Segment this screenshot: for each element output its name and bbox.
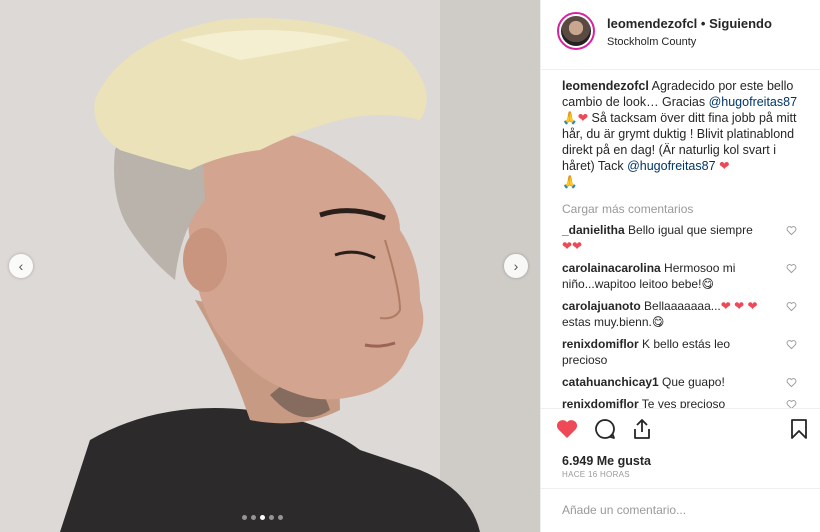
comment-username[interactable]: carolainacarolina: [562, 261, 661, 275]
carousel-dot: [251, 515, 256, 520]
post-caption: leomendezofcl Agradecido por este bello …: [562, 78, 807, 190]
carousel-dot: [269, 515, 274, 520]
comment-username[interactable]: _danielitha: [562, 223, 625, 237]
post-photo[interactable]: ‹ ›: [0, 0, 540, 532]
heart-outline-icon[interactable]: [786, 399, 797, 408]
caption-username[interactable]: leomendezofcl: [562, 79, 649, 93]
comment-item: catahuanchicay1 Que guapo!: [562, 374, 805, 390]
separator-dot: •: [700, 16, 706, 31]
heart-outline-icon[interactable]: [786, 339, 797, 350]
avatar[interactable]: [557, 12, 595, 50]
add-comment-bar: [541, 488, 820, 532]
comment-username[interactable]: renixdomiflor: [562, 337, 639, 351]
comment-text-after: estas muy.bienn.: [562, 315, 652, 329]
likes-count[interactable]: 6.949 Me gusta: [562, 454, 651, 468]
follow-status-button[interactable]: Siguiendo: [709, 16, 772, 31]
comment-item: carolainacarolina Hermosoo mi niño...wap…: [562, 260, 805, 292]
avatar-image: [561, 16, 591, 46]
comment-text: Te ves precioso: [638, 397, 726, 408]
post-actions: 6.949 Me gusta HACE 16 HORAS: [541, 408, 820, 488]
carousel-dot-active: [260, 515, 265, 520]
bookmark-icon[interactable]: [787, 417, 811, 441]
caption-emoji-heart-2: ❤: [719, 159, 730, 173]
comment-emoji-after: 😋: [651, 315, 665, 329]
comment-item: renixdomiflor K bello estás leo precioso: [562, 336, 805, 368]
header-username-row: leomendezofcl • Siguiendo: [607, 16, 772, 31]
heart-outline-icon[interactable]: [786, 301, 797, 312]
caption-emoji-pray: 🙏: [562, 111, 578, 125]
header-username[interactable]: leomendezofcl: [607, 16, 697, 31]
carousel-indicator: [242, 515, 283, 520]
chevron-right-icon[interactable]: ›: [504, 254, 528, 278]
comment-text: Que guapo!: [658, 375, 725, 389]
comment-emoji: ❤ ❤ ❤: [720, 299, 758, 313]
caption-mention-1[interactable]: @hugofreitas87: [709, 95, 797, 109]
comment-username[interactable]: catahuanchicay1: [562, 375, 659, 389]
load-more-comments-link[interactable]: Cargar más comentarios: [562, 202, 805, 216]
caption-emoji-pray-2: 🙏: [562, 175, 578, 189]
location-link[interactable]: Stockholm County: [607, 36, 696, 48]
heart-outline-icon[interactable]: [786, 263, 797, 274]
post-side-panel: leomendezofcl • Siguiendo Stockholm Coun…: [540, 0, 820, 532]
carousel-dot: [278, 515, 283, 520]
heart-filled-icon[interactable]: [555, 417, 579, 441]
comment-text: Bellaaaaaaa...: [640, 299, 721, 313]
caption-emoji-heart: ❤: [577, 111, 589, 125]
post-timestamp: HACE 16 HORAS: [562, 470, 630, 479]
carousel-dot: [242, 515, 247, 520]
post-header: leomendezofcl • Siguiendo Stockholm Coun…: [541, 0, 820, 70]
comment-emoji: ❤❤: [562, 239, 583, 253]
comment-emoji: 😋: [701, 277, 714, 291]
caption-mention-2[interactable]: @hugofreitas87: [627, 159, 715, 173]
share-icon[interactable]: [630, 417, 654, 441]
comments-list[interactable]: leomendezofcl Agradecido por este bello …: [541, 70, 820, 408]
portrait-illustration: [0, 0, 540, 532]
comment-item: renixdomiflor Te ves precioso: [562, 396, 805, 408]
comment-username[interactable]: renixdomiflor: [562, 397, 639, 408]
heart-outline-icon[interactable]: [786, 225, 797, 236]
comment-icon[interactable]: [593, 417, 617, 441]
add-comment-input[interactable]: [562, 500, 802, 520]
comment-item: carolajuanoto Bellaaaaaaa...❤ ❤ ❤ estas …: [562, 298, 805, 330]
comment-username[interactable]: carolajuanoto: [562, 299, 641, 313]
instagram-post: ‹ › leomendezofcl • Siguiendo Stockholm …: [0, 0, 820, 532]
comment-text: Bello igual que siempre: [624, 223, 753, 237]
heart-outline-icon[interactable]: [786, 377, 797, 388]
chevron-left-icon[interactable]: ‹: [9, 254, 33, 278]
comment-item: _danielitha Bello igual que siempre ❤❤: [562, 222, 805, 254]
